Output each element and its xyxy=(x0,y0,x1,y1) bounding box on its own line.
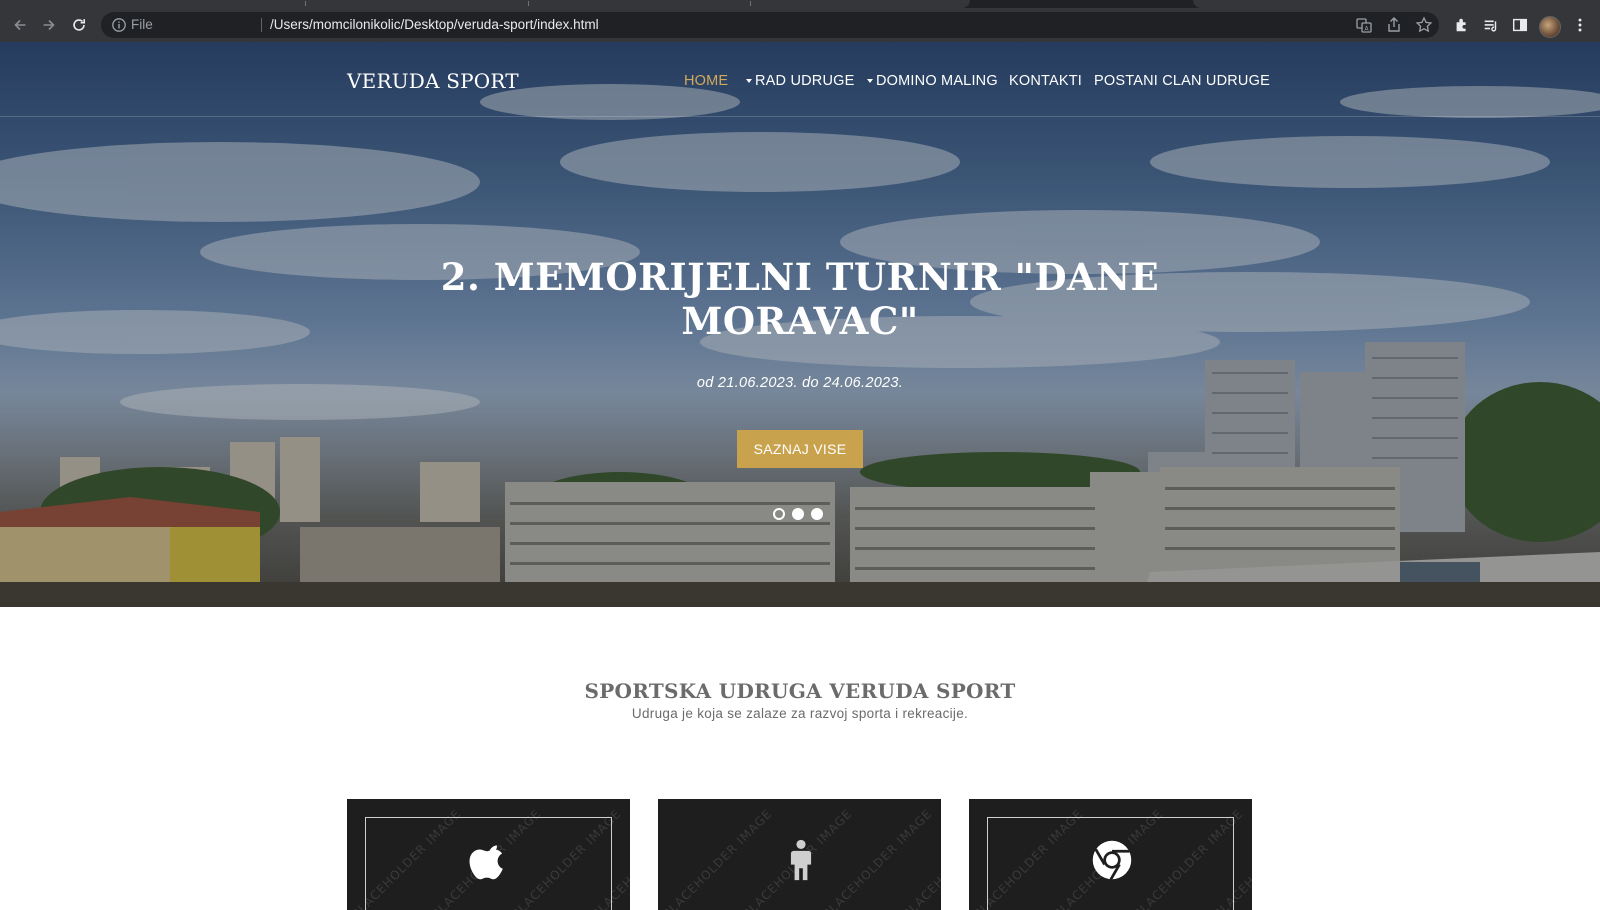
feature-card[interactable]: PLACEHOLDER IMAGE PLACEHOLDER IMAGE PLAC… xyxy=(347,799,630,910)
tab-separator xyxy=(305,1,306,6)
browser-menu-button[interactable] xyxy=(1567,12,1593,38)
address-bar[interactable]: File /Users/momcilonikolic/Desktop/verud… xyxy=(101,12,1439,38)
nav-home[interactable]: HOME xyxy=(684,73,728,89)
kebab-menu-icon xyxy=(1578,18,1582,32)
person-icon xyxy=(779,835,823,885)
extensions-button[interactable] xyxy=(1449,12,1475,38)
arrow-right-icon xyxy=(43,19,55,31)
section-subtitle: Udruga je koja se zalaze za razvoj sport… xyxy=(631,706,969,721)
feature-card[interactable]: PLACEHOLDER IMAGE PLACEHOLDER IMAGE PLAC… xyxy=(969,799,1252,910)
back-button[interactable] xyxy=(7,12,33,38)
nav-kontakti[interactable]: KONTAKTI xyxy=(1009,73,1082,89)
slider-dot-3[interactable] xyxy=(811,508,823,520)
side-panel-icon xyxy=(1512,18,1528,32)
reload-icon xyxy=(73,19,86,31)
share-icon[interactable] xyxy=(1385,16,1403,34)
hero-title: 2. MEMORIJELNI TURNIR "DANE MORAVAC" xyxy=(400,255,1200,343)
nav-postani-clan[interactable]: POSTANI CLAN UDRUGE xyxy=(1094,73,1270,89)
site-brand-logo[interactable]: VERUDA SPORT xyxy=(347,69,519,93)
browser-tab[interactable] xyxy=(0,0,970,8)
reload-button[interactable] xyxy=(66,12,92,38)
browser-toolbar: File /Users/momcilonikolic/Desktop/verud… xyxy=(0,8,1600,42)
nav-postani-clan-label: POSTANI CLAN UDRUGE xyxy=(1094,73,1270,89)
info-icon[interactable] xyxy=(111,17,127,33)
site-navbar: VERUDA SPORT HOME RAD UDRUGE DOMINO MALI… xyxy=(0,42,1600,117)
caret-down-icon xyxy=(867,79,873,84)
puzzle-icon xyxy=(1456,18,1466,32)
hero-date-range: od 21.06.2023. do 24.06.2023. xyxy=(696,375,904,391)
browser-tab[interactable] xyxy=(1193,0,1600,8)
translate-icon[interactable]: A xyxy=(1355,16,1373,34)
slider-dot-2[interactable] xyxy=(792,508,804,520)
nav-rad-udruge[interactable]: RAD UDRUGE xyxy=(746,73,854,89)
saznaj-vise-button[interactable]: SAZNAJ VISE xyxy=(737,430,863,468)
chrome-icon xyxy=(1090,835,1134,885)
omnibox-divider xyxy=(261,18,262,32)
feature-card[interactable]: PLACEHOLDER IMAGE PLACEHOLDER IMAGE PLAC… xyxy=(658,799,941,910)
hero-slider: VERUDA SPORT HOME RAD UDRUGE DOMINO MALI… xyxy=(0,42,1600,607)
forward-button[interactable] xyxy=(36,12,62,38)
url-text[interactable]: /Users/momcilonikolic/Desktop/veruda-spo… xyxy=(270,17,599,33)
side-panel-button[interactable] xyxy=(1507,12,1533,38)
slider-pagination xyxy=(773,508,823,520)
hero-title-line1: 2. MEMORIJELNI TURNIR "DANE xyxy=(440,255,1160,299)
nav-rad-udruge-label: RAD UDRUGE xyxy=(755,73,855,89)
bookmark-star-icon[interactable] xyxy=(1415,16,1433,34)
arrow-left-icon xyxy=(14,19,26,31)
hero-title-line2: MORAVAC" xyxy=(681,299,919,343)
tab-separator xyxy=(750,1,751,6)
nav-home-label: HOME xyxy=(684,73,729,89)
nav-domino-maling[interactable]: DOMINO MALING xyxy=(867,73,998,89)
nav-domino-maling-label: DOMINO MALING xyxy=(876,73,998,89)
nav-kontakti-label: KONTAKTI xyxy=(1009,73,1083,89)
caret-down-icon xyxy=(746,79,752,84)
section-title: SPORTSKA UDRUGA VERUDA SPORT xyxy=(584,679,1016,703)
media-controls-button[interactable] xyxy=(1478,12,1504,38)
profile-avatar[interactable] xyxy=(1539,16,1561,38)
playlist-icon xyxy=(1484,20,1497,32)
browser-tabstrip xyxy=(0,0,1600,8)
apple-icon xyxy=(468,835,512,885)
file-scheme-label: File xyxy=(131,17,153,32)
tab-separator xyxy=(528,1,529,6)
slider-dot-1[interactable] xyxy=(773,508,785,520)
